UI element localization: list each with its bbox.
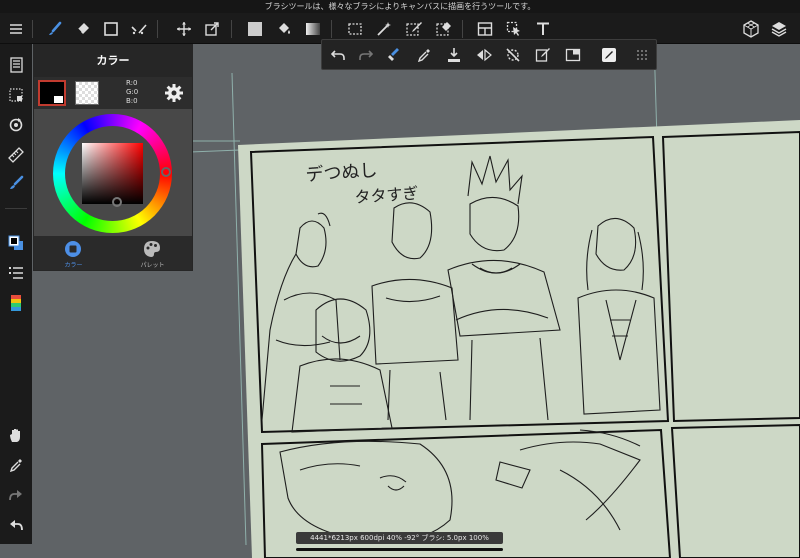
palette-strip-icon[interactable]: [2, 290, 30, 316]
bucket-icon[interactable]: [270, 15, 298, 42]
text-icon[interactable]: [529, 15, 557, 42]
select-pen-icon[interactable]: [400, 15, 428, 42]
dots-icon[interactable]: [125, 15, 153, 42]
undo-icon[interactable]: [2, 512, 30, 538]
snap-icon[interactable]: [529, 42, 557, 68]
ruler-icon[interactable]: [2, 142, 30, 168]
manga-page: [238, 120, 800, 558]
brush-icon[interactable]: [41, 15, 69, 42]
color-tab-icon: [64, 240, 82, 258]
grip-icon[interactable]: [628, 42, 656, 68]
selection-dotted-icon[interactable]: [2, 82, 30, 108]
layer-list-icon[interactable]: [2, 260, 30, 286]
snap-settings-icon[interactable]: [595, 42, 623, 68]
sub-toolbar: [321, 39, 657, 70]
transform-icon[interactable]: [198, 15, 226, 42]
color-swatch-icon[interactable]: [2, 230, 30, 256]
tab-color[interactable]: カラー: [34, 236, 113, 270]
pages-icon[interactable]: [2, 52, 30, 78]
operation-icon[interactable]: [500, 15, 528, 42]
horizontal-scrollbar[interactable]: [296, 548, 503, 551]
color-knob[interactable]: [112, 197, 122, 207]
select-eraser-icon[interactable]: [430, 15, 458, 42]
import-icon[interactable]: [440, 42, 468, 68]
hue-knob[interactable]: [161, 167, 171, 177]
clear-icon[interactable]: [380, 42, 408, 68]
eyedropper-icon[interactable]: [410, 42, 438, 68]
undo-icon[interactable]: [324, 42, 352, 68]
rgb-readout: R:0 G:0 B:0: [126, 79, 138, 106]
saturation-value-square[interactable]: [82, 143, 143, 204]
rgb-b: B:0: [126, 97, 138, 105]
color-wheel-area: [34, 109, 192, 236]
panel-icon[interactable]: [471, 15, 499, 42]
app-window: デつぬし タタすぎ ブラシツールは、様々なブラシによりキャンバスに描画を行うツー…: [0, 0, 800, 558]
panel-title: カラー: [34, 45, 192, 77]
eyedropper-icon[interactable]: [2, 452, 30, 478]
gradient-icon[interactable]: [299, 15, 327, 42]
window-icon[interactable]: [559, 42, 587, 68]
rgb-r: R:0: [126, 79, 138, 87]
layers-icon[interactable]: [765, 15, 793, 42]
color-panel-tabs: カラー パレット: [34, 236, 192, 270]
flip-icon[interactable]: [470, 42, 498, 68]
brush-color-icon[interactable]: [2, 170, 30, 196]
color-swatches: R:0 G:0 B:0: [34, 77, 192, 109]
redo-icon[interactable]: [352, 42, 380, 68]
guide-line: [189, 149, 241, 153]
palette-icon: [143, 240, 161, 258]
3d-icon[interactable]: [737, 15, 765, 42]
no-snap-icon[interactable]: [499, 42, 527, 68]
fill-color-icon[interactable]: [241, 15, 269, 42]
eraser-icon[interactable]: [69, 15, 97, 42]
gear-icon[interactable]: [164, 83, 184, 103]
tool-hint-bar: ブラシツールは、様々なブラシによりキャンバスに描画を行うツールです。: [0, 0, 800, 13]
sub-color-swatch[interactable]: [75, 81, 99, 105]
color-panel: カラー R:0 G:0 B:0 カラー パレット: [33, 44, 193, 271]
shape-icon[interactable]: [97, 15, 125, 42]
transform-rotate-icon[interactable]: [2, 112, 30, 138]
selection-icon[interactable]: [341, 15, 369, 42]
left-toolbar: [0, 44, 32, 544]
redo-icon[interactable]: [2, 482, 30, 508]
main-color-swatch[interactable]: [38, 80, 66, 106]
menu-icon[interactable]: [2, 15, 30, 42]
tab-palette[interactable]: パレット: [113, 236, 192, 270]
magic-wand-icon[interactable]: [370, 15, 398, 42]
hand-icon[interactable]: [2, 422, 30, 448]
rgb-g: G:0: [126, 88, 139, 96]
move-icon[interactable]: [170, 15, 198, 42]
status-bar: 4441*6213px 600dpi 40% -92° ブラシ: 5.0px 1…: [296, 532, 503, 544]
